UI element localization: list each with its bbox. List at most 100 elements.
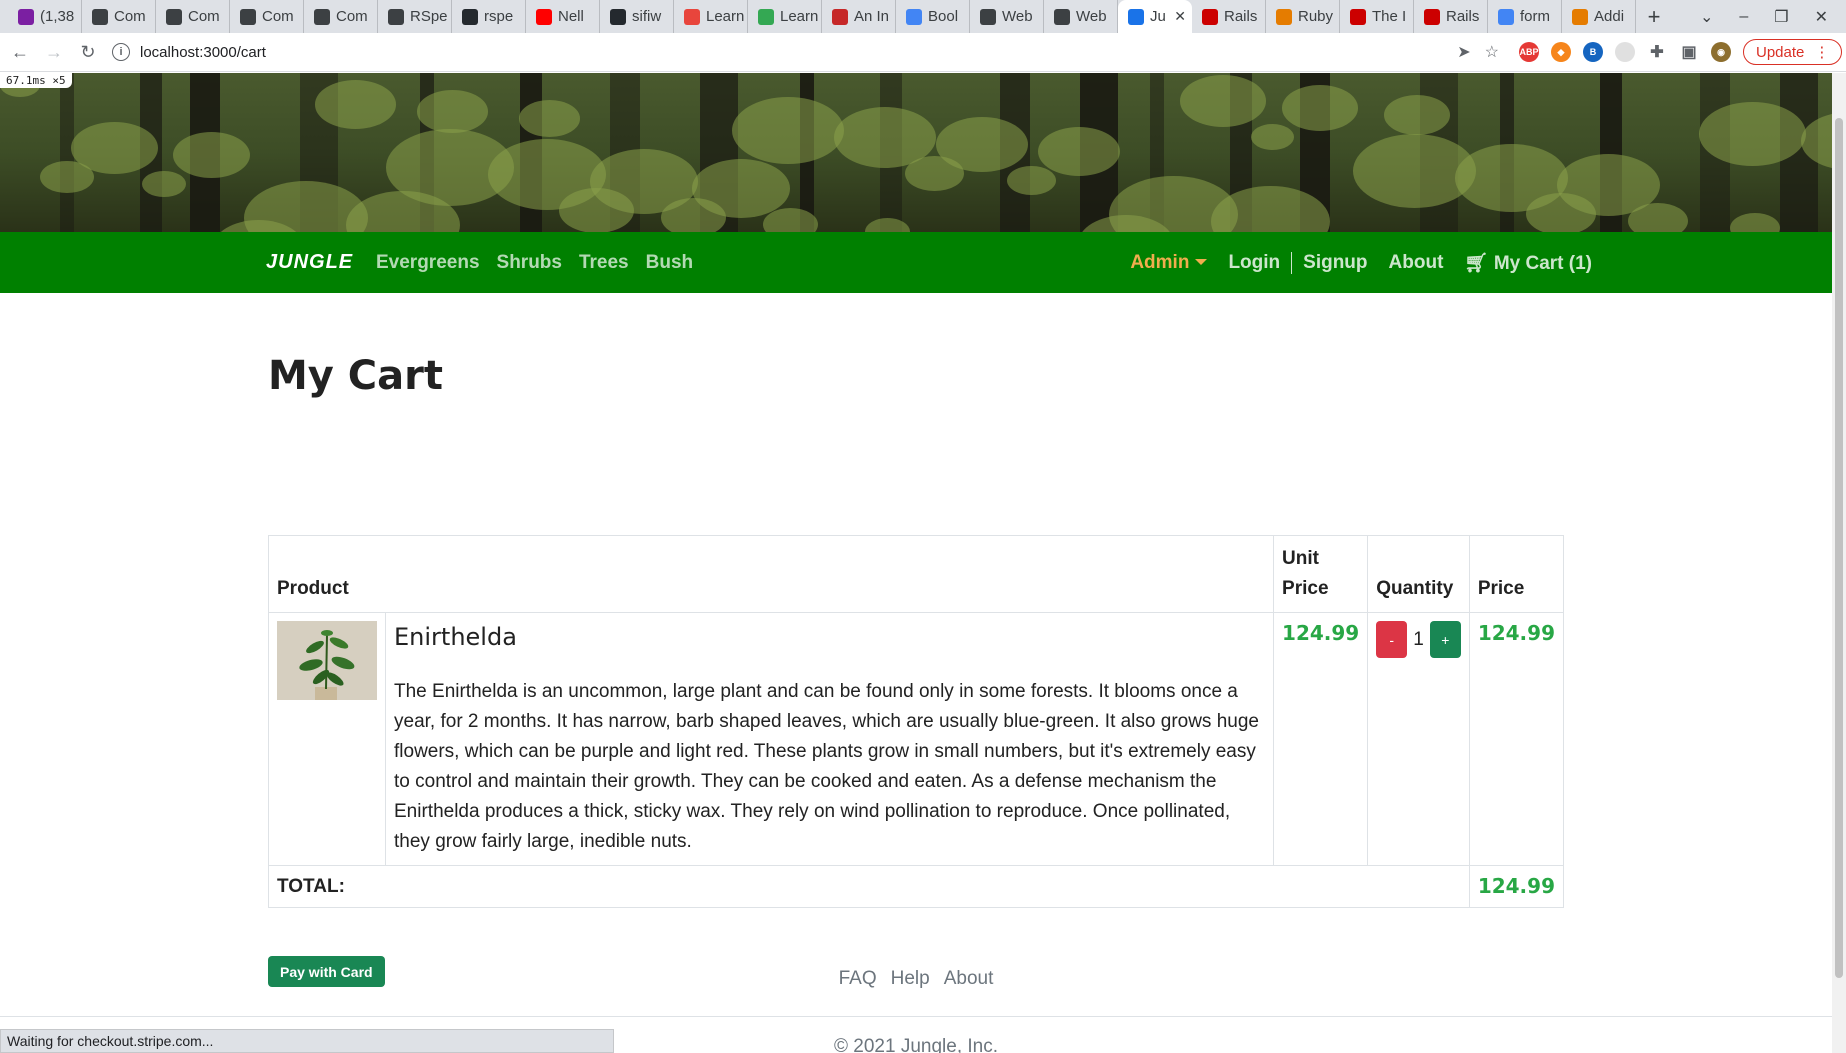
profile-avatar[interactable]: ◉ (1711, 42, 1731, 62)
tab-favicon-icon (1202, 8, 1218, 25)
close-window-icon[interactable]: ✕ (1815, 7, 1828, 27)
browser-tab[interactable]: Learn (674, 0, 748, 33)
restore-icon[interactable]: ❐ (1774, 7, 1788, 27)
tab-favicon-icon (684, 8, 700, 25)
browser-tab[interactable]: Ruby (1266, 0, 1340, 33)
browser-tab[interactable]: sifiw (600, 0, 674, 33)
forest-banner-image (0, 73, 1832, 232)
total-cell: 124.99 (1468, 865, 1565, 908)
browser-tab[interactable]: rspe (452, 0, 526, 33)
browser-tab[interactable]: An In (822, 0, 896, 33)
nav-link-bush[interactable]: Bush (646, 252, 694, 274)
site-navbar: JUNGLE Evergreens Shrubs Trees Bush Admin L… (0, 232, 1832, 293)
minimize-icon[interactable]: – (1739, 8, 1748, 26)
browser-tab[interactable]: Com (156, 0, 230, 33)
extension-b-icon[interactable]: B (1583, 42, 1603, 62)
extension-blank-icon[interactable] (1615, 42, 1635, 62)
account-links: Admin Login Signup About 🛒︎ My Cart (1) (1130, 251, 1592, 275)
browser-tab[interactable]: Rails (1192, 0, 1266, 33)
performance-overlay: 67.1ms ×5 (0, 73, 72, 88)
forward-icon[interactable]: → (40, 42, 68, 63)
footer-divider (0, 1016, 1832, 1017)
browser-tab[interactable]: Com (230, 0, 304, 33)
page-viewport: JUNGLE Evergreens Shrubs Trees Bush Admin L… (0, 73, 1832, 1053)
foliage (40, 161, 94, 194)
cart-table: Product Unit Price Quantity Price Enirth… (267, 535, 1565, 908)
browser-tab[interactable]: (1,38 (8, 0, 82, 33)
increase-quantity-button[interactable]: + (1429, 621, 1461, 658)
product-thumbnail[interactable] (277, 621, 377, 700)
tab-label: Com (262, 8, 294, 25)
caret-down-icon (1195, 259, 1208, 266)
window-controls: ⌄ – ❐ ✕ (1700, 7, 1846, 27)
tab-label: Com (188, 8, 220, 25)
product-description: The Enirthelda is an uncommon, large pla… (394, 681, 1259, 852)
browser-tab[interactable]: Addi (1562, 0, 1636, 33)
browser-tab[interactable]: Web (970, 0, 1044, 33)
bookmark-star-icon[interactable]: ☆ (1485, 42, 1499, 62)
browser-toolbar: ← → ↻ i localhost:3000/cart ➤ ☆ ABP ◆ B … (0, 33, 1846, 72)
tab-label: Learn (780, 8, 819, 25)
tab-label: Web (1002, 8, 1033, 25)
foliage (1282, 85, 1358, 131)
browser-tab[interactable]: Rails (1414, 0, 1488, 33)
total-label: TOTAL: (268, 865, 1470, 908)
footer-links: FAQ Help About (0, 968, 1832, 990)
about-link[interactable]: About (1389, 252, 1444, 274)
browser-tab[interactable]: Nell (526, 0, 600, 33)
page-title: My Cart (268, 353, 443, 399)
tab-label: Ruby (1298, 8, 1334, 25)
browser-tab[interactable]: Com (304, 0, 378, 33)
address-bar[interactable]: i localhost:3000/cart ➤ ☆ (112, 37, 1507, 67)
reload-icon[interactable]: ↻ (74, 42, 102, 63)
browser-tab[interactable]: Ju ✕ (1118, 0, 1192, 33)
price-cell: 124.99 (1468, 612, 1565, 866)
tab-search-icon[interactable]: ⌄ (1700, 7, 1713, 27)
browser-tab[interactable]: Learn (748, 0, 822, 33)
new-tab-button[interactable]: + (1636, 4, 1672, 30)
adblock-icon[interactable]: ABP (1519, 42, 1539, 62)
tab-favicon-icon (980, 8, 996, 25)
side-panel-icon[interactable]: ▣ (1679, 42, 1699, 62)
tab-favicon-icon (1054, 8, 1070, 25)
header-price: Price (1468, 535, 1565, 613)
menu-dots-icon: ⋮ (1814, 44, 1830, 61)
tab-favicon-icon (536, 8, 552, 25)
browser-tab[interactable]: RSpe (378, 0, 452, 33)
footer-link-faq[interactable]: FAQ (839, 968, 877, 990)
foliage (905, 156, 964, 192)
nav-link-evergreens[interactable]: Evergreens (376, 252, 480, 274)
quantity-stepper: - 1 + (1376, 621, 1461, 658)
nav-link-shrubs[interactable]: Shrubs (497, 252, 562, 274)
site-info-icon[interactable]: i (112, 43, 130, 61)
signup-link[interactable]: Signup (1303, 252, 1367, 274)
admin-dropdown[interactable]: Admin (1130, 252, 1208, 274)
my-cart-link[interactable]: 🛒︎ My Cart (1) (1464, 251, 1592, 275)
foliage (142, 171, 186, 198)
tab-label: An In (854, 8, 890, 25)
nav-link-trees[interactable]: Trees (579, 252, 629, 274)
foliage (1526, 193, 1596, 232)
product-name[interactable]: Enirthelda (394, 623, 1265, 651)
decrease-quantity-button[interactable]: - (1376, 621, 1408, 658)
footer-link-help[interactable]: Help (891, 968, 930, 990)
browser-tab[interactable]: The I (1340, 0, 1414, 33)
browser-status-bar: Waiting for checkout.stripe.com... (0, 1029, 614, 1053)
login-link[interactable]: Login (1228, 252, 1280, 274)
scrollbar-thumb[interactable] (1835, 118, 1843, 978)
puzzle-icon[interactable]: ✚ (1647, 42, 1667, 62)
browser-tab[interactable]: Bool (896, 0, 970, 33)
page-scrollbar[interactable] (1832, 73, 1846, 1053)
brand-logo[interactable]: JUNGLE (266, 251, 353, 274)
browser-tab[interactable]: Com (82, 0, 156, 33)
send-icon[interactable]: ➤ (1457, 42, 1470, 62)
foliage (1180, 75, 1266, 127)
browser-tab[interactable]: form (1488, 0, 1562, 33)
close-tab-icon[interactable]: ✕ (1174, 8, 1186, 25)
footer-link-about[interactable]: About (944, 968, 994, 990)
quantity-value: 1 (1413, 628, 1424, 650)
back-icon[interactable]: ← (6, 42, 34, 63)
browser-tab[interactable]: Web (1044, 0, 1118, 33)
update-button[interactable]: Update ⋮ (1743, 39, 1843, 65)
metamask-icon[interactable]: ◆ (1551, 42, 1571, 62)
